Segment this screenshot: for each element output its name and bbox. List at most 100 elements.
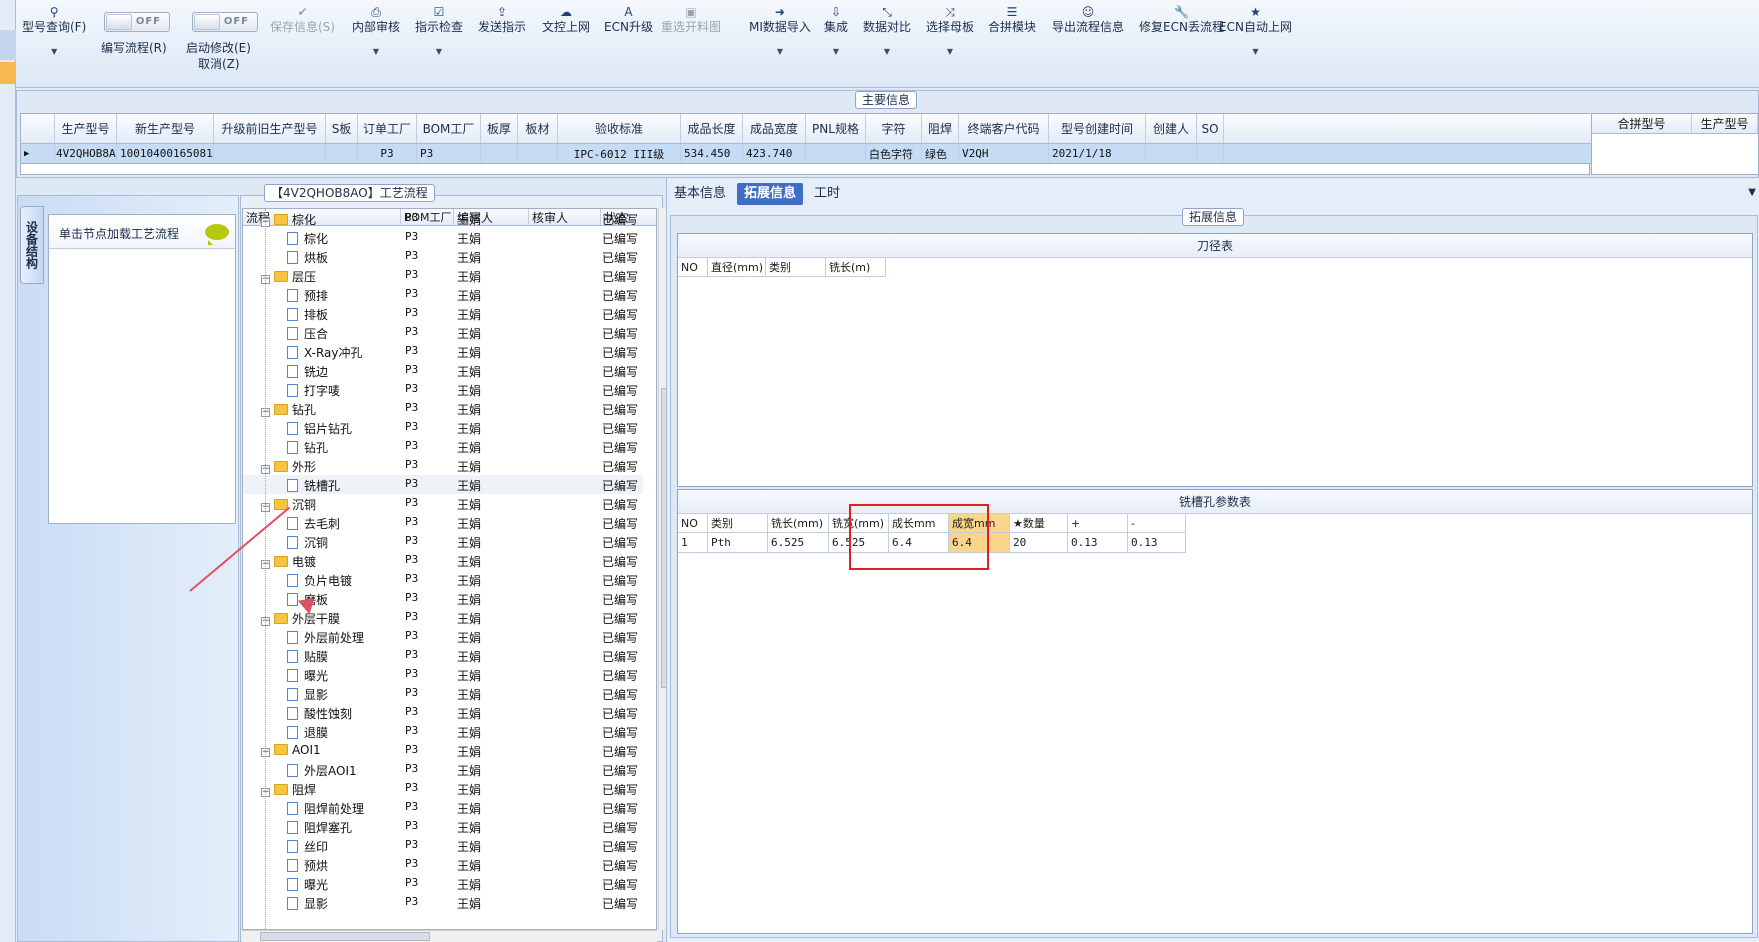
start-modify-toggle[interactable]: OFF	[192, 12, 258, 32]
tree-item-row[interactable]: 退膜 P3 王娟 已编写	[243, 722, 643, 741]
model-query-button[interactable]: ⚲ 型号查询(F) ▼	[22, 4, 86, 59]
save-info-button[interactable]: ✔ 保存信息(S)	[270, 4, 335, 35]
col-header[interactable]: 直径(mm)	[708, 258, 766, 277]
col-header[interactable]: S板	[326, 114, 358, 143]
table-cell[interactable]: 6.525	[768, 533, 829, 553]
tree-item-row[interactable]: 预排 P3 王娟 已编写	[243, 285, 643, 304]
tree-item-row[interactable]: 负片电镀 P3 王娟 已编写	[243, 570, 643, 589]
mi-data-import-button[interactable]: ➜ MI数据导入 ▼	[749, 4, 811, 59]
tree-item-row[interactable]: 预烘 P3 王娟 已编写	[243, 855, 643, 874]
select-motherboard-button[interactable]: ⤨ 选择母板 ▼	[926, 4, 974, 59]
col-header[interactable]: +	[1068, 514, 1128, 533]
ecn-auto-online-button[interactable]: ★ ECN自动上网 ▼	[1219, 4, 1292, 59]
table-row[interactable]: ▶ 4V2QHOB8AO 10010400165081 P3 P3 IPC-60…	[21, 144, 1591, 164]
table-cell[interactable]: 白色字符	[866, 144, 922, 163]
col-header[interactable]: 板厚	[481, 114, 518, 143]
tree-item-row[interactable]: 显影 P3 王娟 已编写	[243, 684, 643, 703]
col-header[interactable]: 成品宽度	[743, 114, 806, 143]
table-cell[interactable]: Pth	[708, 533, 768, 553]
table-cell[interactable]: 4V2QHOB8AO	[55, 144, 117, 163]
tab-equipment-structure[interactable]: 设备结构	[20, 206, 44, 284]
tree-folder-row[interactable]: − 钻孔 P3 王娟 已编写	[243, 399, 643, 418]
tab-extended-info[interactable]: 拓展信息	[737, 183, 804, 205]
table-cell[interactable]: 2021/1/18	[1049, 144, 1146, 163]
col-header[interactable]: PNL规格	[806, 114, 866, 143]
tree-item-row[interactable]: 铝片钻孔 P3 王娟 已编写	[243, 418, 643, 437]
col-header[interactable]: -	[1128, 514, 1186, 533]
export-flow-info-button[interactable]: ☺ 导出流程信息	[1052, 4, 1124, 35]
table-cell[interactable]: 20	[1010, 533, 1068, 553]
tree-item-row[interactable]: 阻焊前处理 P3 王娟 已编写	[243, 798, 643, 817]
tree-item-row[interactable]: X-Ray冲孔 P3 王娟 已编写	[243, 342, 643, 361]
col-header[interactable]: BOM工厂	[417, 114, 481, 143]
equipment-tree[interactable]: 单击节点加载工艺流程	[48, 214, 236, 524]
col-header[interactable]: 生产型号	[1692, 114, 1758, 133]
col-header[interactable]: NO	[678, 258, 708, 277]
tree-item-row[interactable]: 铣槽孔 P3 王娟 已编写	[243, 475, 643, 494]
tree-folder-row[interactable]: − AOI1 P3 王娟 已编写	[243, 741, 643, 760]
tree-folder-row[interactable]: − 层压 P3 王娟 已编写	[243, 266, 643, 285]
table-cell[interactable]	[214, 144, 326, 163]
tree-item-row[interactable]: 贴膜 P3 王娟 已编写	[243, 646, 643, 665]
col-header[interactable]: 板材	[518, 114, 558, 143]
fix-ecn-flow-button[interactable]: 🔧 修复ECN丢流程	[1139, 4, 1224, 35]
col-header[interactable]: 类别	[708, 514, 768, 533]
ecn-upgrade-button[interactable]: A ECN升级	[604, 4, 653, 35]
col-header[interactable]: 验收标准	[558, 114, 681, 143]
tree-item-row[interactable]: 沉铜 P3 王娟 已编写	[243, 532, 643, 551]
col-header[interactable]: 铣长(mm)	[768, 514, 829, 533]
table-cell[interactable]	[806, 144, 866, 163]
col-header[interactable]: 阻焊	[922, 114, 959, 143]
tree-item-row[interactable]: 打字唛 P3 王娟 已编写	[243, 380, 643, 399]
col-header[interactable]: 合拼型号	[1592, 114, 1692, 133]
col-header[interactable]: 新生产型号	[117, 114, 214, 143]
tab-basic-info[interactable]: 基本信息	[667, 183, 733, 205]
table-cell[interactable]	[1146, 144, 1197, 163]
tree-item-row[interactable]: 棕化 P3 王娟 已编写	[243, 228, 643, 247]
tree-item-row[interactable]: 铣边 P3 王娟 已编写	[243, 361, 643, 380]
reselect-cutting-button[interactable]: ▣ 重选开料图	[661, 4, 721, 35]
edit-flow-toggle[interactable]: OFF	[104, 12, 170, 32]
col-header[interactable]: 类别	[766, 258, 826, 277]
col-header[interactable]: 订单工厂	[358, 114, 417, 143]
table-cell[interactable]: 423.740	[743, 144, 806, 163]
table-cell[interactable]: IPC-6012 III级	[558, 144, 681, 163]
table-cell[interactable]: 534.450	[681, 144, 743, 163]
col-header[interactable]: 创建人	[1146, 114, 1197, 143]
table-cell[interactable]	[518, 144, 558, 163]
tree-item-row[interactable]: 外层前处理 P3 王娟 已编写	[243, 627, 643, 646]
table-cell[interactable]	[326, 144, 358, 163]
tree-folder-row[interactable]: − 沉铜 P3 王娟 已编写	[243, 494, 643, 513]
table-cell[interactable]: P3	[358, 144, 417, 163]
tab-work-hours[interactable]: 工时	[807, 183, 847, 205]
chevron-down-icon[interactable]: ▼	[1748, 187, 1756, 198]
data-compare-button[interactable]: ⤡ 数据对比 ▼	[863, 4, 911, 59]
tree-item-row[interactable]: 压合 P3 王娟 已编写	[243, 323, 643, 342]
col-header[interactable]: 生产型号	[55, 114, 117, 143]
cancel-label[interactable]: 取消(Z)	[198, 57, 240, 72]
tree-folder-row[interactable]: − 棕化 P3 王娟 已编写	[243, 209, 643, 228]
send-instruction-button[interactable]: ⇪ 发送指示	[478, 4, 526, 35]
col-header[interactable]: 型号创建时间	[1049, 114, 1146, 143]
col-header[interactable]: ★数量	[1010, 514, 1068, 533]
col-header[interactable]: 成品长度	[681, 114, 743, 143]
tree-item-row[interactable]: 去毛刺 P3 王娟 已编写	[243, 513, 643, 532]
tree-folder-row[interactable]: − 电镀 P3 王娟 已编写	[243, 551, 643, 570]
col-header[interactable]: 升级前旧生产型号	[214, 114, 326, 143]
col-header[interactable]: 字符	[866, 114, 922, 143]
tree-item-row[interactable]: 显影 P3 王娟 已编写	[243, 893, 643, 912]
tree-item-row[interactable]: 外层AOI1 P3 王娟 已编写	[243, 760, 643, 779]
table-cell[interactable]: 绿色	[922, 144, 959, 163]
table-cell[interactable]: 1	[678, 533, 708, 553]
tree-item-row[interactable]: 丝印 P3 王娟 已编写	[243, 836, 643, 855]
merge-module-button[interactable]: ☰ 合拼模块	[988, 4, 1036, 35]
col-header[interactable]: 终端客户代码	[959, 114, 1049, 143]
tree-item-row[interactable]: 排板 P3 王娟 已编写	[243, 304, 643, 323]
table-cell[interactable]: 0.13	[1068, 533, 1128, 553]
tree-folder-row[interactable]: − 外形 P3 王娟 已编写	[243, 456, 643, 475]
tree-item-row[interactable]: 曝光 P3 王娟 已编写	[243, 665, 643, 684]
col-header[interactable]: 铣长(m)	[826, 258, 886, 277]
internal-review-button[interactable]: ⎙ 内部审核 ▼	[352, 4, 400, 59]
tree-item-row[interactable]: 酸性蚀刻 P3 王娟 已编写	[243, 703, 643, 722]
tree-item-row[interactable]: 曝光 P3 王娟 已编写	[243, 874, 643, 893]
